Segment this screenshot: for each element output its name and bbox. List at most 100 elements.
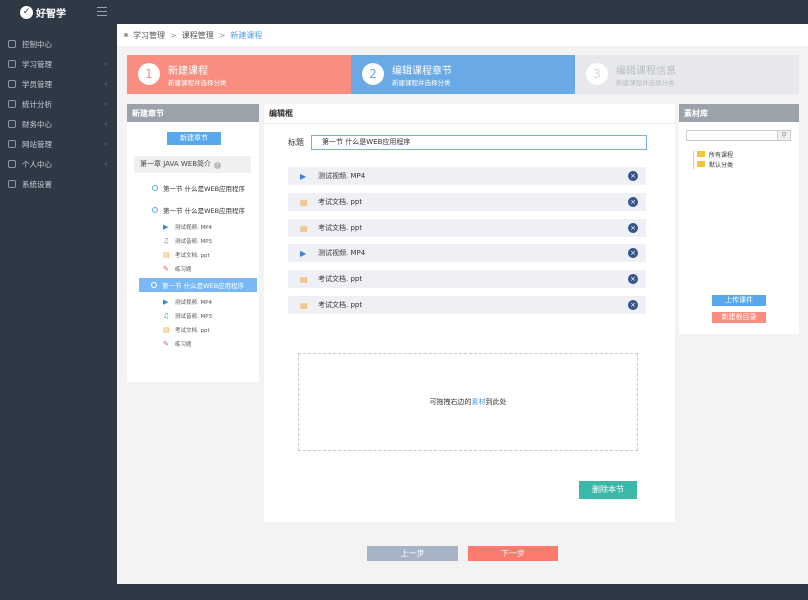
step-edit-info[interactable]: 3 编辑课程信息 新建课程并选择分类 [575,55,799,94]
section-file-item[interactable]: ▤ 考试文档. ppt [163,248,210,261]
sidebar-item-label: 个人中心 [22,159,52,169]
section-file-item[interactable]: ▤ 考试文档. ppt [163,323,210,336]
file-label: 练习题 [175,266,192,273]
sidebar-item-label: 统计分析 [22,99,52,109]
file-label: 测试音频. MP3 [175,238,213,245]
info-icon[interactable]: i [214,162,222,169]
document-icon: ▤ [300,197,308,207]
new-chapter-button[interactable]: 新建章节 [167,132,221,145]
material-panel-title: 素材库 [679,104,799,122]
next-step-button[interactable]: 下一步 [468,546,558,561]
file-row[interactable]: ▤ 考试文档. ppt × [288,219,646,237]
chevron-left-icon: ‹ [104,160,107,168]
breadcrumb-current: 新建课程 [230,30,263,40]
section-file-item[interactable]: ✎ 练习题 [163,262,192,275]
file-row[interactable]: ▤ 考试文档. ppt × [288,296,646,314]
tree-item[interactable]: 默认分类 [689,159,733,169]
remove-file-icon[interactable]: × [628,197,638,207]
sidebar-item-personal[interactable]: 个人中心 ‹ [0,154,117,174]
play-icon: ▶ [163,297,169,306]
section-file-item[interactable]: ▶ 测试视频. MP4 [163,295,212,308]
chevron-left-icon: ‹ [104,100,107,108]
folder-icon [697,151,705,157]
step-title: 编辑课程信息 [616,66,676,77]
step-subtitle: 新建课程并选择分类 [392,79,451,87]
section-file-item[interactable]: ♫ 测试音频. MP3 [163,309,212,322]
chart-icon [8,100,16,108]
chevron-left-icon: ‹ [104,140,107,148]
delete-section-button[interactable]: 删除本节 [579,481,637,499]
sidebar-item-settings[interactable]: 系统设置 [0,174,117,194]
section-item[interactable]: 第一节 什么是WEB应用程序 [152,203,252,217]
section-file-item[interactable]: ♫ 测试音频. MP3 [163,234,212,247]
breadcrumb-separator: > [218,30,226,40]
file-row[interactable]: ▶ 测试视频. MP4 × [288,244,646,262]
menu-toggle-icon[interactable] [97,7,107,16]
remove-file-icon[interactable]: × [628,248,638,258]
section-item-selected[interactable]: 第一节 什么是WEB应用程序 [139,278,257,292]
sidebar-item-website[interactable]: 网站管理 ‹ [0,134,117,154]
chapter-item[interactable]: 第一章 JAVA WEB简介 i [134,156,251,173]
sidebar-item-dashboard[interactable]: 控制中心 [0,34,117,54]
remove-file-icon[interactable]: × [628,300,638,310]
sidebar-item-label: 控制中心 [22,39,52,49]
app-name: 好智学 [36,8,66,20]
tree-item[interactable]: 所有课程 [689,149,733,159]
dropzone-text: 可拖拽右边的 [429,398,472,406]
file-label: 测试视频. MP4 [318,172,366,180]
breadcrumb-separator: > [170,30,177,40]
material-library-panel: 素材库 ⚲ 所有课程 默认分类 上传课件 新建根目录 [679,104,799,334]
new-root-directory-button[interactable]: 新建根目录 [712,312,766,323]
sidebar-item-label: 学习管理 [22,59,52,69]
play-icon: ▶ [300,171,307,181]
folder-icon [697,161,705,167]
file-row[interactable]: ▤ 考试文档. ppt × [288,270,646,288]
sidebar-item-students[interactable]: 学员管理 ‹ [0,74,117,94]
material-search-input[interactable] [686,130,779,141]
app-logo[interactable]: ✓ 好智学 [20,5,66,20]
remove-file-icon[interactable]: × [628,223,638,233]
upload-courseware-button[interactable]: 上传课件 [712,295,766,306]
tree-item-label: 所有课程 [709,151,734,159]
section-file-item[interactable]: ▶ 测试视频. MP4 [163,220,212,233]
step-title: 编辑课程章节 [392,66,452,77]
breadcrumb: 学习管理 > 课程管理 > 新建课程 [117,24,808,46]
search-icon[interactable]: ⚲ [777,130,791,141]
home-icon [8,40,16,48]
finance-icon [8,120,16,128]
step-title: 新建课程 [168,66,208,77]
user-icon [8,80,16,88]
title-label: 标题 [288,138,304,147]
file-label: 考试文档. ppt [318,198,363,206]
section-file-item[interactable]: ✎ 练习题 [163,337,192,350]
breadcrumb-dot-icon [124,33,128,37]
dropzone-highlight: 素材 [471,398,486,406]
check-logo-icon: ✓ [20,5,33,19]
chapter-label: 第一章 JAVA WEB简介 [140,160,212,168]
sidebar-item-statistics[interactable]: 统计分析 ‹ [0,94,117,114]
breadcrumb-item[interactable]: 学习管理 [133,30,165,41]
section-label: 第一节 什么是WEB应用程序 [162,282,245,290]
previous-step-button[interactable]: 上一步 [367,546,458,561]
breadcrumb-item[interactable]: 课程管理 [182,30,214,41]
dropzone-text: 到此处 [485,398,507,406]
section-item[interactable]: 第一节 什么是WEB应用程序 [152,181,252,195]
step-new-course[interactable]: 1 新建课程 新建课程并选择分类 [127,55,351,94]
top-bar: ✓ 好智学 [0,0,808,24]
file-label: 测试视频. MP4 [175,299,213,306]
file-row[interactable]: ▶ 测试视频. MP4 × [288,167,646,185]
step-subtitle: 新建课程并选择分类 [616,79,675,87]
drop-zone[interactable]: 可拖拽右边的 素材 到此处 [298,353,638,451]
file-row[interactable]: ▤ 考试文档. ppt × [288,193,646,211]
chapter-panel-title: 新建章节 [127,104,259,122]
document-icon: ▤ [163,325,170,334]
remove-file-icon[interactable]: × [628,171,638,181]
remove-file-icon[interactable]: × [628,274,638,284]
section-title-input[interactable]: 第一节 什么是WEB应用程序 [311,135,647,150]
circle-icon [151,282,157,288]
step-edit-chapters[interactable]: 2 编辑课程章节 新建课程并选择分类 [351,55,575,94]
sidebar-item-learning[interactable]: 学习管理 ‹ [0,54,117,74]
person-icon [8,160,16,168]
sidebar-item-finance[interactable]: 财务中心 ‹ [0,114,117,134]
chevron-left-icon: ‹ [104,60,107,68]
